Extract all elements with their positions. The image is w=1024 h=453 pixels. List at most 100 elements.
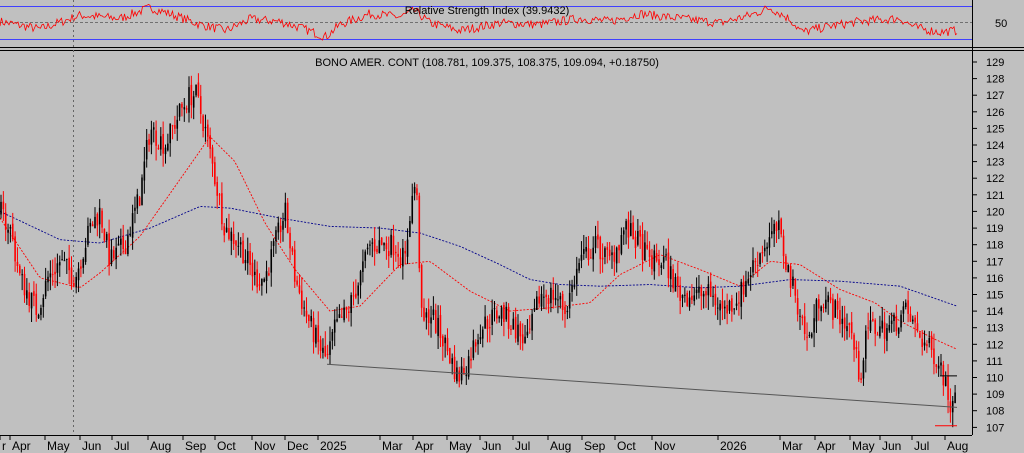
candle-body (239, 242, 242, 245)
candle-body (517, 324, 519, 342)
candle-body (49, 273, 52, 278)
candle-body (841, 318, 844, 324)
x-tick-label: Apr (415, 439, 434, 453)
candle-body (199, 96, 202, 114)
candle-body (249, 251, 251, 265)
candle-body (136, 194, 139, 209)
candle-body (728, 300, 731, 311)
candle-body (888, 324, 891, 331)
candle-body (702, 293, 705, 297)
candle-body (357, 285, 359, 296)
candle-body (937, 365, 940, 369)
candle-body (646, 244, 649, 249)
candle-body (383, 242, 385, 246)
candle-body (794, 279, 797, 296)
candle-body (103, 228, 106, 241)
candle-body (373, 239, 376, 252)
candle-body (268, 273, 270, 276)
candle-body (230, 231, 233, 241)
y-tick-label: 112 (986, 339, 1004, 351)
candle-body (301, 290, 303, 309)
candle-body (19, 265, 21, 274)
candle-body (392, 235, 395, 256)
candle-body (442, 336, 444, 347)
candle-body (771, 231, 773, 235)
candle-body (902, 306, 905, 314)
candle-body (940, 362, 942, 366)
candle-body (218, 194, 221, 196)
candle-body (169, 123, 171, 144)
candle-body (472, 340, 475, 358)
candle-body (216, 182, 218, 196)
candle-body (677, 276, 679, 287)
x-tick-label: Oct (217, 439, 236, 453)
candle-body (622, 230, 625, 235)
candle-body (21, 274, 23, 276)
y-tick-label: 111 (986, 356, 1003, 368)
candle-body (503, 305, 505, 322)
candle-body (641, 234, 644, 260)
candle (141, 174, 143, 206)
candle-body (371, 242, 374, 244)
candle-body (9, 227, 12, 229)
x-tick-label: Jul (914, 439, 929, 453)
x-tick-label: Jul (114, 439, 129, 453)
candle-body (261, 278, 263, 286)
candle-body (658, 259, 660, 266)
candle-body (554, 297, 557, 301)
candle-body (651, 255, 653, 270)
candle-body (756, 265, 759, 266)
candle-body (528, 328, 531, 330)
candle-body (486, 319, 489, 329)
candle-body (411, 195, 414, 223)
candle-body (162, 134, 164, 154)
x-tick-label: Dec (287, 439, 308, 453)
candle-body (599, 236, 602, 260)
candle-body (944, 376, 947, 386)
candle-body (688, 297, 691, 308)
candle-body (56, 263, 59, 273)
candle-body (463, 367, 465, 374)
candle-body (512, 318, 515, 330)
price-title: BONO AMER. CONT (108.781, 109.375, 108.3… (315, 57, 659, 69)
candle-body (857, 350, 860, 380)
candle-body (340, 316, 343, 318)
candle-body (550, 287, 552, 304)
candle-body (293, 249, 296, 282)
candle-body (404, 250, 406, 254)
candle-body (87, 225, 89, 245)
candle-body (954, 392, 956, 404)
candle-body (883, 322, 886, 339)
candle-body (362, 261, 364, 272)
candle-body (434, 310, 437, 333)
candle-body (561, 293, 564, 310)
candle-body (192, 96, 195, 108)
candle-body (42, 298, 45, 307)
candle-body (575, 268, 578, 285)
candle-body (637, 231, 639, 245)
candle-body (564, 306, 566, 314)
candle-body (735, 303, 738, 306)
candle-body (223, 226, 226, 236)
candle-body (787, 265, 790, 273)
candle-body (806, 336, 808, 338)
candle-body (674, 277, 677, 292)
candle-body (348, 311, 350, 313)
candle-body (470, 358, 472, 361)
candle-body (895, 316, 898, 332)
candle-body (926, 344, 928, 347)
candle-body (432, 309, 435, 316)
candle-body (731, 298, 733, 312)
candle-body (585, 247, 587, 252)
candle-body (566, 310, 569, 313)
candle-body (2, 201, 5, 210)
candle-body (538, 296, 540, 304)
candle-body (402, 247, 404, 267)
candle-body (324, 345, 327, 357)
candle-body (752, 260, 754, 273)
candle-body (721, 300, 724, 309)
candle-body (742, 281, 745, 295)
candle-body (773, 223, 775, 234)
candle-body (669, 266, 672, 280)
candle-body (759, 253, 761, 265)
